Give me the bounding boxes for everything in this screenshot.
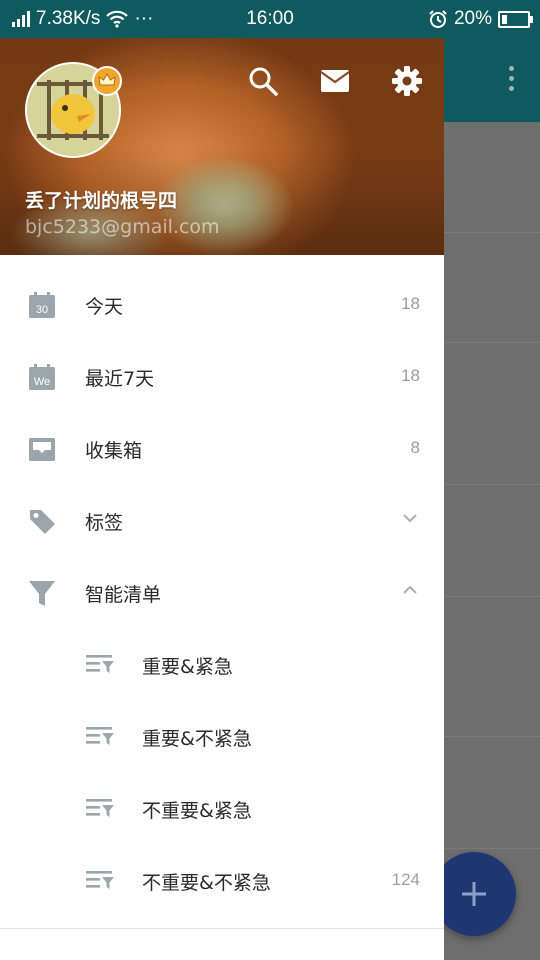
drawer-menu: 30 今天 18 We 最近7天 18 收集箱 8 标签 智能清单 重要&紧急 … — [0, 255, 444, 917]
list-divider — [444, 342, 540, 343]
list-divider — [444, 484, 540, 485]
list-divider — [444, 596, 540, 597]
smart-list-item[interactable]: 重要&紧急 — [0, 629, 444, 701]
svg-text:We: We — [34, 376, 50, 388]
list-divider — [444, 848, 540, 849]
smart-list-item[interactable]: 不重要&紧急 — [0, 773, 444, 845]
smart-list-icon — [86, 871, 114, 889]
menu-item-count: 18 — [401, 294, 420, 313]
inbox-icon — [29, 438, 55, 461]
user-name: 丢了计划的根号四 — [25, 190, 178, 212]
smart-list-icon — [86, 727, 114, 745]
list-divider — [444, 232, 540, 233]
battery-icon — [498, 10, 533, 28]
menu-item-label: 最近7天 — [85, 368, 155, 390]
menu-item-smart-lists[interactable]: 智能清单 — [0, 557, 444, 629]
add-task-button[interactable] — [432, 852, 516, 936]
overflow-menu-icon[interactable] — [508, 66, 514, 94]
menu-item-today[interactable]: 30 今天 18 — [0, 269, 444, 341]
menu-item-tags[interactable]: 标签 — [0, 485, 444, 557]
tag-icon — [30, 510, 55, 534]
smart-list-label: 重要&紧急 — [142, 656, 233, 678]
mail-icon[interactable] — [318, 64, 352, 98]
menu-item-label: 标签 — [85, 512, 124, 534]
calendar-today-icon: 30 — [29, 292, 55, 318]
menu-item-label: 收集箱 — [85, 440, 143, 462]
menu-item-next-7-days[interactable]: We 最近7天 18 — [0, 341, 444, 413]
smart-list-icon — [86, 655, 114, 673]
user-email: bjc5233@gmail.com — [25, 216, 220, 238]
drawer-divider — [0, 928, 444, 929]
alarm-icon — [429, 10, 447, 28]
list-divider — [444, 736, 540, 737]
drawer-header: 丢了计划的根号四 bjc5233@gmail.com — [0, 38, 444, 255]
chevron-down-icon[interactable] — [402, 513, 418, 523]
smart-list-label: 重要&不紧急 — [142, 728, 252, 750]
battery-percent: 20% — [453, 8, 492, 29]
menu-item-label: 智能清单 — [85, 584, 162, 606]
smart-list-item[interactable]: 不重要&不紧急 124 — [0, 845, 444, 917]
smart-list-icon — [86, 799, 114, 817]
menu-item-count: 8 — [410, 438, 420, 457]
smart-list-count: 124 — [391, 870, 420, 889]
menu-item-label: 今天 — [85, 296, 124, 318]
navigation-drawer: 丢了计划的根号四 bjc5233@gmail.com 30 今天 18 We 最… — [0, 38, 444, 960]
smart-list-label: 不重要&不紧急 — [142, 872, 271, 894]
svg-text:30: 30 — [36, 304, 48, 316]
chevron-up-icon[interactable] — [402, 585, 418, 595]
menu-item-count: 18 — [401, 366, 420, 385]
settings-gear-icon[interactable] — [390, 64, 424, 98]
calendar-week-icon: We — [29, 364, 55, 390]
smart-list-label: 不重要&紧急 — [142, 800, 252, 822]
crown-icon — [92, 66, 122, 96]
filter-icon — [29, 581, 55, 606]
status-bar: 7.38K/s ··· 16:00 20% — [0, 0, 540, 38]
menu-item-inbox[interactable]: 收集箱 8 — [0, 413, 444, 485]
plus-icon — [462, 882, 486, 906]
smart-list-item[interactable]: 重要&不紧急 — [0, 701, 444, 773]
search-icon[interactable] — [246, 64, 280, 98]
